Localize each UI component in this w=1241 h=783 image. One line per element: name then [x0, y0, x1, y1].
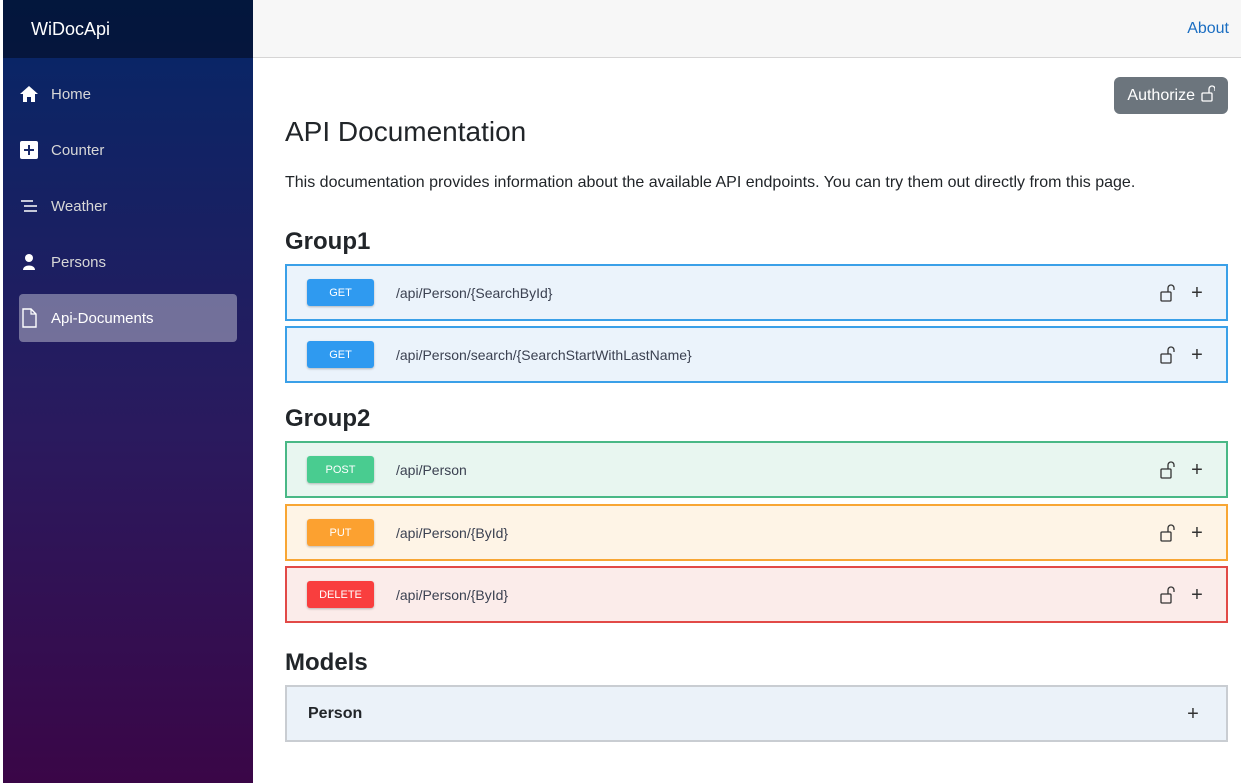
sidebar-item-label: Api-Documents	[51, 309, 154, 327]
sidebar-item-counter[interactable]: Counter	[19, 126, 237, 174]
intro-text: This documentation provides information …	[285, 174, 1136, 191]
sidebar-item-api-documents[interactable]: Api-Documents	[19, 294, 237, 342]
unlock-icon[interactable]	[1160, 460, 1176, 479]
sidebar-item-label: Persons	[51, 253, 107, 271]
group-title: Group1	[285, 228, 371, 255]
method-badge: GET	[307, 279, 374, 306]
about-link[interactable]: About	[1187, 20, 1229, 38]
expand-plus-icon[interactable]: +	[1190, 460, 1204, 480]
endpoint-row[interactable]: GET /api/Person/search/{SearchStartWithL…	[285, 326, 1228, 383]
expand-plus-icon[interactable]: +	[1190, 585, 1204, 605]
sidebar: WiDocApi Home Counter Weather Persons Ap…	[3, 0, 253, 783]
model-row[interactable]: Person +	[285, 685, 1228, 742]
list-lines-icon	[19, 196, 39, 216]
expand-plus-icon[interactable]: +	[1186, 704, 1200, 724]
unlock-icon[interactable]	[1160, 523, 1176, 542]
unlock-icon[interactable]	[1160, 345, 1176, 364]
endpoint-path: /api/Person/{ById}	[396, 586, 509, 603]
json-file-icon	[19, 308, 39, 328]
endpoint-path: /api/Person/search/{SearchStartWithLastN…	[396, 346, 692, 363]
sidebar-item-weather[interactable]: Weather	[19, 182, 237, 230]
method-badge: DELETE	[307, 581, 374, 608]
authorize-button[interactable]: Authorize	[1114, 77, 1228, 114]
endpoint-path: /api/Person/{ById}	[396, 524, 509, 541]
sidebar-nav: Home Counter Weather Persons Api-Documen…	[3, 58, 253, 342]
sidebar-item-label: Weather	[51, 197, 108, 215]
method-badge: POST	[307, 456, 374, 483]
models-title: Models	[285, 649, 368, 676]
plus-square-icon	[19, 140, 39, 160]
method-badge: PUT	[307, 519, 374, 546]
method-badge: GET	[307, 341, 374, 368]
top-row: About	[253, 0, 1241, 58]
expand-plus-icon[interactable]: +	[1190, 345, 1204, 365]
page-title: API Documentation	[285, 116, 527, 147]
unlock-icon	[1201, 84, 1216, 107]
expand-plus-icon[interactable]: +	[1190, 283, 1204, 303]
sidebar-item-home[interactable]: Home	[19, 70, 237, 118]
authorize-label: Authorize	[1127, 86, 1195, 104]
main-content: Authorize API Documentation This documen…	[253, 58, 1241, 783]
endpoint-path: /api/Person	[396, 461, 467, 478]
endpoint-row[interactable]: DELETE /api/Person/{ById} +	[285, 566, 1228, 623]
endpoint-path: /api/Person/{SearchById}	[396, 284, 553, 301]
model-name: Person	[308, 704, 363, 722]
sidebar-item-label: Counter	[51, 141, 105, 159]
group-title: Group2	[285, 405, 371, 432]
app-brand[interactable]: WiDocApi	[3, 0, 253, 58]
endpoint-row[interactable]: POST /api/Person +	[285, 441, 1228, 498]
home-icon	[19, 84, 39, 104]
sidebar-item-label: Home	[51, 85, 92, 103]
person-icon	[19, 252, 39, 272]
endpoint-row[interactable]: GET /api/Person/{SearchById} +	[285, 264, 1228, 321]
expand-plus-icon[interactable]: +	[1190, 523, 1204, 543]
sidebar-item-persons[interactable]: Persons	[19, 238, 237, 286]
endpoint-row[interactable]: PUT /api/Person/{ById} +	[285, 504, 1228, 561]
unlock-icon[interactable]	[1160, 283, 1176, 302]
unlock-icon[interactable]	[1160, 585, 1176, 604]
